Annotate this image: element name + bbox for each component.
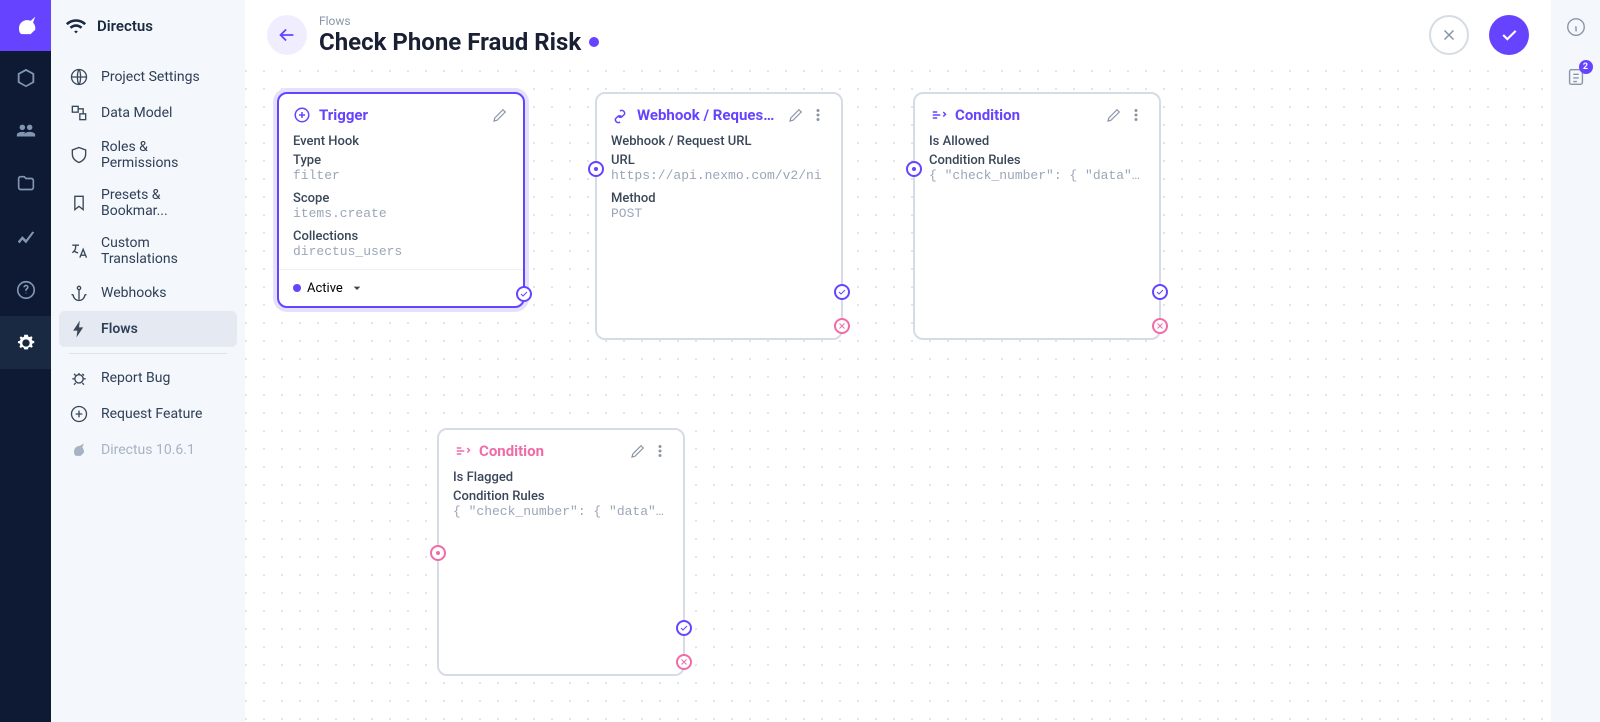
more-icon[interactable] — [651, 442, 669, 460]
rail-insights[interactable] — [0, 210, 51, 263]
sidebar-item-webhooks[interactable]: Webhooks — [59, 275, 237, 311]
sidebar-header: Directus — [51, 0, 245, 51]
node-condition-allowed[interactable]: Condition Is Allowed Condition Rules { "… — [913, 92, 1161, 340]
topbar: Flows Check Phone Fraud Risk — [245, 0, 1551, 70]
badge-count: 2 — [1579, 60, 1593, 74]
rail-settings[interactable] — [0, 316, 51, 369]
more-icon[interactable] — [809, 106, 827, 124]
edit-icon[interactable] — [1105, 106, 1123, 124]
unsaved-dot-icon — [589, 37, 599, 47]
arrow-left-icon — [276, 24, 298, 46]
port-out-ok[interactable] — [676, 620, 692, 636]
sidebar-item-translations[interactable]: Custom Translations — [59, 227, 237, 275]
more-icon[interactable] — [1127, 106, 1145, 124]
shield-icon — [69, 145, 89, 165]
app-name: Directus — [97, 17, 153, 35]
logs-button[interactable]: 2 — [1565, 66, 1587, 92]
breadcrumb[interactable]: Flows — [319, 14, 599, 28]
app-logo[interactable] — [0, 0, 51, 51]
node-condition-flagged[interactable]: Condition Is Flagged Condition Rules { "… — [437, 428, 685, 676]
close-icon — [1440, 26, 1458, 44]
info-icon[interactable] — [1565, 16, 1587, 38]
node-webhook[interactable]: Webhook / Request U Webhook / Request UR… — [595, 92, 843, 340]
node-trigger[interactable]: Trigger Event Hook Type filter Scope ite… — [277, 92, 525, 308]
condition-icon — [929, 106, 947, 124]
port-in[interactable] — [906, 161, 922, 177]
bookmark-icon — [69, 193, 89, 213]
port-in[interactable] — [588, 161, 604, 177]
module-rail — [0, 0, 51, 722]
condition-icon — [453, 442, 471, 460]
globe-icon — [69, 67, 89, 87]
sidebar-item-data-model[interactable]: Data Model — [59, 95, 237, 131]
bolt-icon — [69, 319, 89, 339]
rabbit-small-icon — [69, 440, 89, 460]
sidebar-item-presets[interactable]: Presets & Bookmar... — [59, 179, 237, 227]
edit-icon[interactable] — [629, 442, 647, 460]
title-block: Flows Check Phone Fraud Risk — [319, 14, 599, 56]
datamodel-icon — [69, 103, 89, 123]
node-header: Trigger — [279, 94, 523, 130]
check-icon — [1499, 25, 1519, 45]
rail-users[interactable] — [0, 104, 51, 157]
chart-icon — [15, 226, 37, 248]
port-out-ok[interactable] — [834, 284, 850, 300]
right-strip: 2 — [1551, 0, 1600, 722]
trigger-icon — [293, 106, 311, 124]
gear-icon — [15, 332, 37, 354]
folder-icon — [15, 173, 37, 195]
node-status[interactable]: Active — [279, 269, 523, 306]
node-title: Trigger — [319, 106, 483, 124]
rabbit-icon — [12, 12, 40, 40]
port-out-err[interactable] — [834, 318, 850, 334]
port-out-ok[interactable] — [516, 286, 532, 302]
settings-sidebar: Directus Project Settings Data Model Rol… — [51, 0, 245, 722]
chevron-down-icon — [349, 280, 365, 296]
cube-icon — [15, 67, 37, 89]
sidebar-item-request-feature[interactable]: Request Feature — [59, 396, 237, 432]
link-icon — [611, 106, 629, 124]
sidebar-item-project-settings[interactable]: Project Settings — [59, 59, 237, 95]
users-icon — [15, 120, 37, 142]
sidebar-item-flows[interactable]: Flows — [59, 311, 237, 347]
node-body: Event Hook Type filter Scope items.creat… — [279, 134, 523, 269]
port-out-ok[interactable] — [1152, 284, 1168, 300]
sidebar-version: Directus 10.6.1 — [59, 432, 237, 468]
edit-icon[interactable] — [787, 106, 805, 124]
rail-help[interactable] — [0, 263, 51, 316]
back-button[interactable] — [267, 15, 307, 55]
sidebar-divider — [69, 353, 227, 354]
port-in[interactable] — [430, 545, 446, 561]
rail-files[interactable] — [0, 157, 51, 210]
edit-icon[interactable] — [491, 106, 509, 124]
status-dot-icon — [293, 284, 301, 292]
sidebar-item-roles[interactable]: Roles & Permissions — [59, 131, 237, 179]
main-area: Flows Check Phone Fraud Risk — [245, 0, 1551, 722]
cancel-button[interactable] — [1429, 15, 1469, 55]
port-out-err[interactable] — [676, 654, 692, 670]
anchor-icon — [69, 283, 89, 303]
save-button[interactable] — [1489, 15, 1529, 55]
translate-icon — [69, 241, 89, 261]
flow-canvas[interactable]: Trigger Event Hook Type filter Scope ite… — [245, 70, 1551, 722]
wifi-icon — [65, 15, 87, 37]
feature-icon — [69, 404, 89, 424]
rail-collections[interactable] — [0, 51, 51, 104]
sidebar-item-report-bug[interactable]: Report Bug — [59, 360, 237, 396]
port-out-err[interactable] — [1152, 318, 1168, 334]
bug-icon — [69, 368, 89, 388]
sidebar-menu: Project Settings Data Model Roles & Perm… — [51, 51, 245, 476]
page-title: Check Phone Fraud Risk — [319, 28, 599, 56]
help-icon — [15, 279, 37, 301]
